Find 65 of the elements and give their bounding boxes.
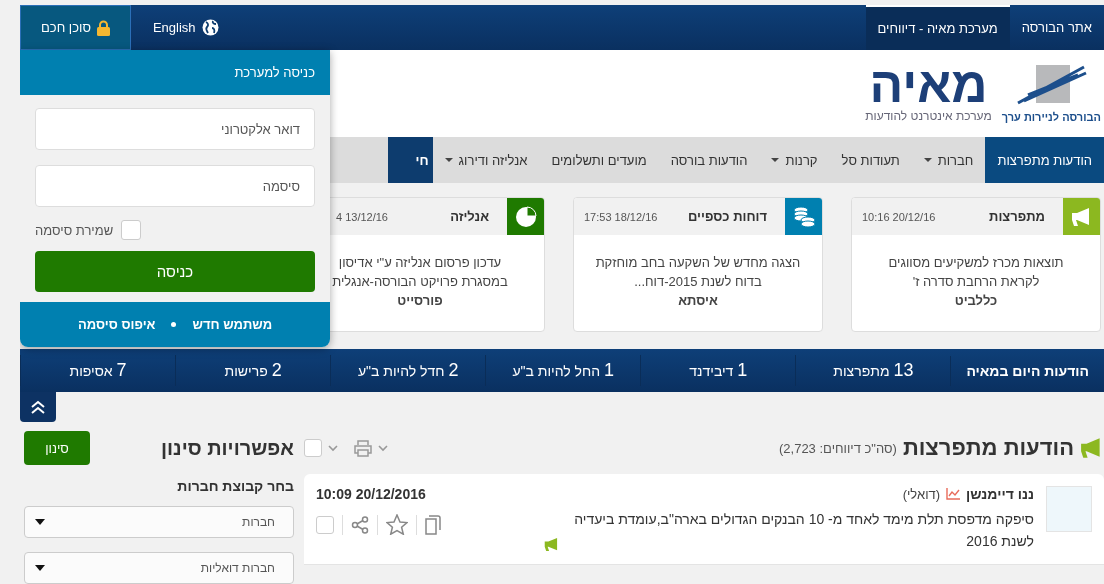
top-tool[interactable]: סוכן חכם: [20, 5, 131, 50]
card-title: אנליזה: [449, 209, 490, 224]
report-text[interactable]: סיפקה מדפסת תלת מימד לאחד מ- 10 הבנקים הגדולים בארה"ב,עומדת ביעדיה לשנת 2016: [564, 508, 1034, 552]
exchange-name: הבורסה לניירות ערך: [1001, 111, 1101, 123]
share-icon[interactable]: [351, 515, 369, 534]
nav-tab[interactable]: קרנות: [759, 137, 830, 183]
remember-label: שמירת סיסמה: [35, 222, 114, 238]
megaphone-icon: [544, 537, 560, 552]
top-link[interactable]: אתר הבורסה: [1009, 5, 1104, 50]
select-all-checkbox[interactable]: [304, 439, 322, 457]
nav-tab[interactable]: אנליזה ודירוג: [432, 137, 540, 183]
card-title: מתפרצות: [988, 209, 1046, 224]
logo-title: מאיה: [869, 63, 988, 107]
company-name[interactable]: ננו דיימנשן: [966, 486, 1034, 502]
section-title: הודעות מתפרצות: [902, 435, 1074, 461]
collapse-button[interactable]: [20, 392, 56, 422]
star-icon[interactable]: [386, 514, 408, 535]
report-count: (סה"כ דיווחים: 2,723): [778, 440, 897, 456]
login-title: כניסה למערכת: [20, 50, 330, 95]
report-date: 10:09 20/12/2016: [316, 486, 427, 502]
filter-button[interactable]: סינון: [24, 431, 90, 465]
row-checkbox[interactable]: [316, 515, 334, 534]
group-label: בחר קבוצת חברות: [176, 478, 294, 494]
company-group-select[interactable]: חברות: [24, 506, 294, 538]
nav-tab[interactable]: הודעות בורסה: [658, 137, 760, 183]
login-button[interactable]: כניסה: [35, 251, 315, 292]
nav-tab[interactable]: תעודות סל: [829, 137, 912, 183]
remember-checkbox[interactable]: [121, 220, 142, 240]
printer-icon[interactable]: [354, 439, 372, 457]
card-text: עדכון פרסום אנליזה ע"י אדיסון במסגרת פרויקט הבורסה-אנגלית: [331, 254, 509, 291]
separator-dot: [171, 322, 177, 327]
chevron-down-icon[interactable]: [328, 444, 338, 452]
chart-icon: [946, 488, 961, 500]
nav-tab[interactable]: מועדים ותשלומים: [539, 137, 659, 183]
company-logo: [1046, 486, 1092, 532]
card-text: הצגה מחדש של השקעה בחב מוחזקת בדוח לשנת 2015-דוח...: [594, 254, 802, 291]
chevron-down-icon[interactable]: [378, 444, 388, 452]
lock-icon: [96, 19, 110, 36]
card-company: פורסייט: [396, 292, 444, 310]
card-date: 4 13/12/16: [335, 210, 388, 223]
nav-tab[interactable]: חברות: [911, 137, 986, 183]
login-link[interactable]: איפוס סיסמה: [77, 317, 156, 332]
copy-icon[interactable]: [425, 514, 441, 535]
logo-subtitle: מערכת אינטרנט להודעות: [865, 109, 992, 123]
card-date: 10:16 20/12/16: [861, 210, 936, 223]
filter-title: אפשרויות סינון: [160, 436, 294, 460]
card-date: 17:53 18/12/16: [583, 210, 658, 223]
chevrons-up-icon: [30, 400, 46, 414]
today-title: הודעות היום במאיה: [950, 355, 1104, 386]
nav-tab[interactable]: הודעות מתפרצות: [985, 137, 1104, 183]
password-field[interactable]: סיסמה: [35, 165, 315, 207]
nav-tab[interactable]: חי: [387, 137, 433, 183]
card-company: איסתא: [677, 292, 719, 310]
top-link[interactable]: מערכת מאיה - דיווחים: [865, 5, 1010, 50]
login-link[interactable]: משתמש חדש: [192, 317, 273, 332]
email-field[interactable]: דואר אלקטרוני: [35, 108, 315, 150]
coins-icon: [791, 205, 816, 228]
globe-icon: [201, 19, 219, 36]
top-tool[interactable]: English: [130, 5, 241, 50]
card-title: דוחות כספיים: [686, 209, 768, 224]
pie-chart-icon: [514, 205, 537, 228]
company-tag: (דואלי): [902, 486, 941, 502]
company-group-select[interactable]: חברות דואליות: [24, 552, 294, 584]
card-company: כללביט: [953, 292, 999, 310]
card-text: תוצאות מכרז למשקיעים מסווגים לקראת הרחבת סדרה ז': [887, 254, 1065, 291]
